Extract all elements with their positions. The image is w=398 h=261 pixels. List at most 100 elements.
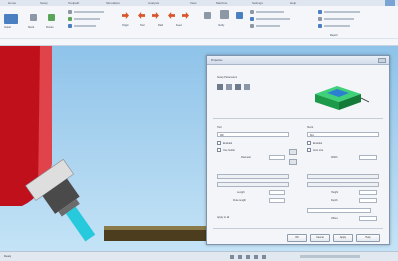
status-icon[interactable] (262, 255, 266, 259)
browse-button[interactable] (289, 159, 297, 165)
report-button[interactable]: Report (330, 34, 338, 37)
option-line (256, 25, 280, 27)
tool-button[interactable]: Tool (140, 24, 145, 27)
footer-note: Apply to all (217, 216, 230, 219)
machine-icon[interactable] (236, 12, 243, 19)
cutting-tool (65, 206, 96, 242)
menu-machine[interactable]: Machine (216, 1, 227, 5)
left-checkbox-1-label: Enabled (223, 141, 233, 145)
right-field-4[interactable] (359, 216, 377, 221)
ribbon-toolbar: Home Setup Toolpath Simulation Analysis … (0, 0, 398, 46)
status-icon[interactable] (238, 255, 242, 259)
right-field-3-label: Depth (331, 199, 338, 202)
arrow-right-icon[interactable] (122, 12, 129, 19)
menu-bar: Home Setup Toolpath Simulation Analysis … (0, 0, 398, 6)
small-icon-f[interactable] (250, 24, 254, 28)
help-button[interactable]: Help (356, 234, 380, 242)
arrow-right-icon[interactable] (182, 12, 189, 19)
view-icon[interactable] (204, 12, 211, 19)
ok-button[interactable]: OK (287, 234, 307, 242)
grid-icon[interactable] (220, 10, 229, 19)
right-field-2[interactable] (359, 190, 377, 195)
path-button[interactable]: Path (158, 24, 163, 27)
left-field-3-label: Flute length (233, 199, 247, 202)
status-icon[interactable] (254, 255, 258, 259)
right-disabled-field (307, 182, 379, 187)
right-panel-header: Stock (307, 126, 314, 129)
left-select[interactable]: Mill (217, 132, 289, 137)
fixture-button[interactable]: Fixture (46, 26, 54, 29)
toolbar-icon[interactable] (226, 84, 232, 90)
menu-view[interactable]: View (190, 1, 196, 5)
zoom-slider[interactable] (300, 255, 360, 258)
left-field-1-label: Diameter (241, 156, 252, 159)
browse-button[interactable] (289, 149, 297, 155)
menu-toolpath[interactable]: Toolpath (68, 1, 79, 5)
status-bar: Ready (0, 251, 398, 261)
fixture-icon[interactable] (48, 14, 55, 21)
left-field-1[interactable] (269, 155, 285, 160)
right-checkbox-2-label: Auto size (313, 148, 324, 152)
right-field-3[interactable] (359, 198, 377, 203)
feed-button[interactable]: Feed (176, 24, 182, 27)
small-icon-b[interactable] (68, 17, 72, 21)
menu-simulation[interactable]: Simulation (106, 1, 120, 5)
right-select[interactable]: Box (307, 132, 379, 137)
small-icon-e[interactable] (250, 17, 254, 21)
right-disabled-field (307, 174, 379, 179)
left-checkbox-2[interactable] (217, 148, 221, 152)
option-line (324, 11, 360, 13)
close-icon[interactable] (378, 58, 386, 63)
menu-analysis[interactable]: Analysis (148, 1, 159, 5)
help-icon[interactable] (385, 0, 395, 6)
right-checkbox-2[interactable] (307, 148, 311, 152)
menu-settings[interactable]: Settings (252, 1, 263, 5)
status-icon[interactable] (246, 255, 250, 259)
toolbar-icon[interactable] (217, 84, 223, 90)
right-field-2-label: Height (331, 191, 339, 194)
left-field-3[interactable] (269, 198, 285, 203)
section-title: Setup Parameters (217, 76, 238, 79)
cancel-button[interactable]: Cancel (310, 234, 330, 242)
status-icon[interactable] (230, 255, 234, 259)
apply-button[interactable]: Apply (333, 234, 353, 242)
import-button[interactable]: Import (4, 26, 11, 29)
status-text: Ready (4, 255, 12, 258)
small-icon-c[interactable] (68, 24, 72, 28)
document-icon[interactable] (4, 14, 18, 24)
right-checkbox-1[interactable] (307, 141, 311, 145)
option-line (256, 18, 290, 20)
arrow-right-icon[interactable] (152, 12, 159, 19)
menu-setup[interactable]: Setup (40, 1, 48, 5)
small-icon-d[interactable] (250, 10, 254, 14)
origin-button[interactable]: Origin (122, 24, 129, 27)
left-field-2[interactable] (269, 190, 285, 195)
stock-button[interactable]: Stock (28, 26, 34, 29)
right-checkbox-1-label: Enabled (313, 141, 323, 145)
option-line (74, 18, 100, 20)
arrow-left-icon[interactable] (138, 12, 145, 19)
small-icon-a[interactable] (68, 10, 72, 14)
dialog-separator (213, 118, 383, 119)
left-checkbox-1[interactable] (217, 141, 221, 145)
menu-help[interactable]: Help (290, 1, 296, 5)
left-panel-header: Tool (217, 126, 222, 129)
stock-icon[interactable] (30, 14, 37, 21)
right-field-1[interactable] (359, 155, 377, 160)
small-icon-i[interactable] (318, 24, 322, 28)
verify-button[interactable]: Verify (218, 24, 224, 27)
small-icon-h[interactable] (318, 17, 322, 21)
right-select-value: Box (310, 133, 315, 137)
toolbar-icon[interactable] (235, 84, 241, 90)
toolbar-icon[interactable] (244, 84, 250, 90)
option-line (74, 25, 96, 27)
arrow-left-icon[interactable] (168, 12, 175, 19)
option-line (74, 11, 104, 13)
left-field-2-label: Length (237, 191, 245, 194)
model-preview (315, 86, 370, 110)
right-dropdown[interactable] (307, 208, 371, 213)
small-icon-g[interactable] (318, 10, 322, 14)
ribbon-divider (0, 38, 398, 39)
menu-home[interactable]: Home (8, 1, 16, 5)
left-select-value: Mill (220, 133, 224, 137)
